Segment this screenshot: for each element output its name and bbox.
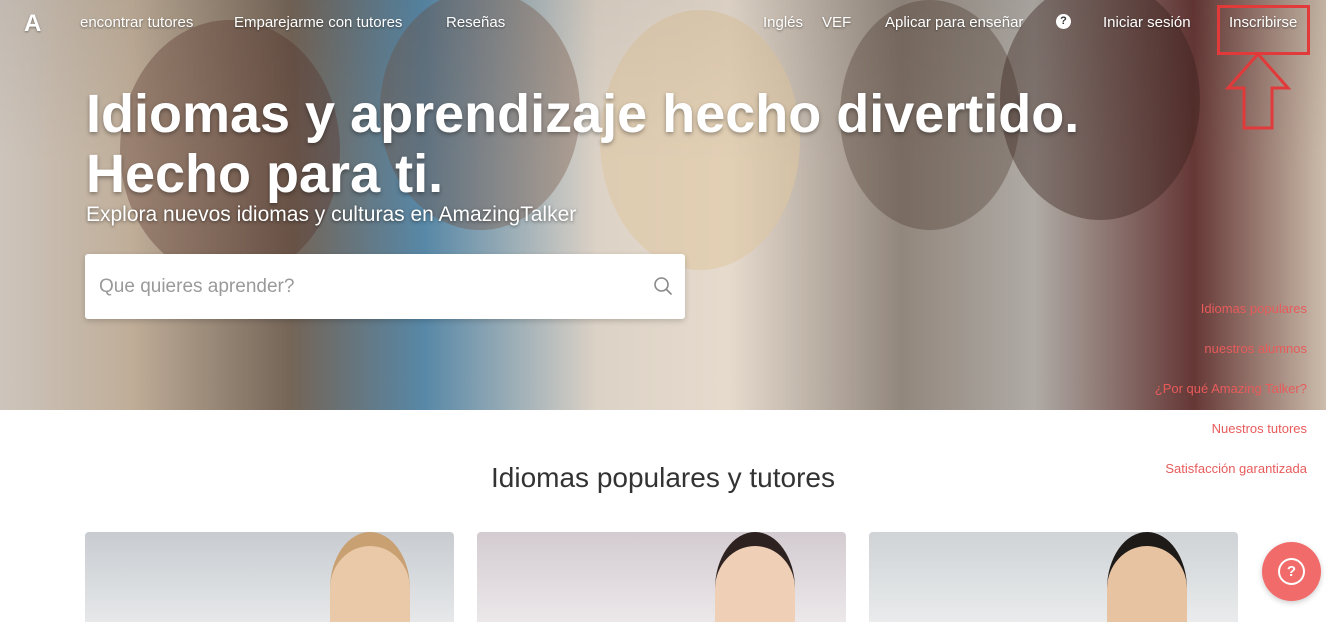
section-title: Idiomas populares y tutores xyxy=(491,462,835,493)
side-nav-our-students[interactable]: nuestros alumnos xyxy=(1155,329,1307,369)
tutor-card[interactable] xyxy=(85,532,454,622)
logo[interactable]: A xyxy=(24,10,41,38)
apply-to-teach-link[interactable]: Aplicar para enseñar xyxy=(885,14,1023,31)
top-navigation: A encontrar tutores Emparejarme con tuto… xyxy=(0,0,1326,44)
section-side-nav: Idiomas populares nuestros alumnos ¿Por … xyxy=(1155,289,1307,489)
help-icon: ? xyxy=(1278,558,1305,585)
tutor-photo xyxy=(1107,532,1187,622)
search-input[interactable] xyxy=(97,268,641,306)
side-nav-popular-languages[interactable]: Idiomas populares xyxy=(1155,289,1307,329)
language-selector[interactable]: Inglés xyxy=(763,14,803,31)
nav-link-reviews[interactable]: Reseñas xyxy=(446,14,505,31)
hero-title: Idiomas y aprendizaje hecho divertido. H… xyxy=(86,84,1080,204)
up-arrow-annotation-icon xyxy=(1225,52,1291,130)
currency-selector[interactable]: VEF xyxy=(822,14,851,31)
hero-subtitle: Explora nuevos idiomas y culturas en Ama… xyxy=(86,203,577,226)
signup-highlight-box xyxy=(1217,5,1310,55)
search-bar xyxy=(85,254,685,319)
nav-link-find-tutors[interactable]: encontrar tutores xyxy=(80,14,193,31)
help-icon[interactable]: ? xyxy=(1056,14,1071,29)
tutor-card[interactable] xyxy=(869,532,1238,622)
side-nav-why-amazingtalker[interactable]: ¿Por qué Amazing Talker? xyxy=(1155,369,1307,409)
search-icon[interactable] xyxy=(653,276,673,296)
tutor-card[interactable] xyxy=(477,532,846,622)
nav-link-match-tutors[interactable]: Emparejarme con tutores xyxy=(234,14,402,31)
side-nav-our-tutors[interactable]: Nuestros tutores xyxy=(1155,409,1307,449)
login-link[interactable]: Iniciar sesión xyxy=(1103,14,1191,31)
tutor-photo xyxy=(715,532,795,622)
help-chat-button[interactable]: ? xyxy=(1262,542,1321,601)
tutor-photo xyxy=(330,532,410,622)
